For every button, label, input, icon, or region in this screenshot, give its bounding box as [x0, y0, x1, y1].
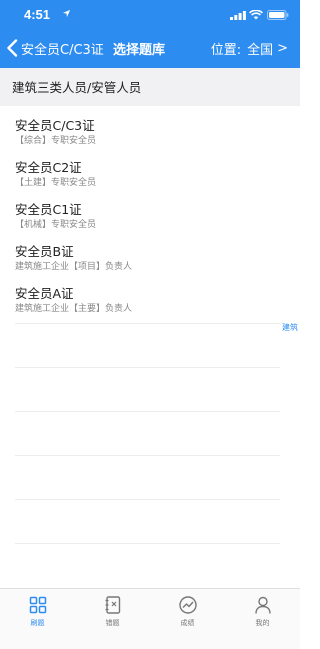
divider — [15, 367, 280, 411]
location-value: 全国 — [247, 43, 274, 58]
person-icon — [254, 596, 271, 614]
item-subtitle: 建筑施工企业【主要】负责人 — [15, 304, 133, 314]
divider — [15, 543, 280, 587]
divider — [15, 499, 280, 543]
page-title: 选择题库 — [113, 43, 166, 58]
location-arrow-icon — [62, 9, 71, 18]
status-bar: 4:51 — [0, 0, 300, 28]
screen: 4:51 安全员C/C3证 选择题库 位置: 全国 > 建筑三类人员/安管人员 … — [0, 0, 300, 649]
location-selector[interactable]: 位置: 全国 > — [211, 39, 288, 58]
tab-label: 我的 — [255, 619, 270, 627]
tab-label: 刷题 — [30, 619, 45, 627]
list-item[interactable]: 安全员C/C3证 【综合】专职安全员 — [0, 106, 300, 148]
category-header: 建筑三类人员/安管人员 — [0, 68, 300, 106]
item-subtitle: 【综合】专职安全员 — [15, 136, 97, 146]
tab-wrong-questions[interactable]: 错题 — [75, 595, 150, 635]
exam-list: 安全员C/C3证 【综合】专职安全员 安全员C2证 【土建】专职安全员 安全员C… — [0, 106, 300, 316]
tab-practice[interactable]: 刷题 — [0, 595, 75, 635]
list-item[interactable]: 安全员B证 建筑施工企业【项目】负责人 — [0, 232, 300, 274]
notebook-icon — [105, 596, 120, 614]
tab-bar: 刷题 错题 成绩 我的 — [0, 588, 300, 649]
category-label: 建筑三类人员/安管人员 — [12, 80, 142, 95]
tab-scores[interactable]: 成绩 — [150, 595, 225, 635]
signal-icon — [230, 11, 246, 20]
item-title: 安全员C1证 — [15, 202, 82, 217]
list-item[interactable]: 安全员C1证 【机械】专职安全员 — [0, 190, 300, 232]
divider — [15, 411, 280, 455]
item-title: 安全员C/C3证 — [15, 118, 95, 133]
item-title: 安全员C2证 — [15, 160, 82, 175]
list-item[interactable]: 安全员A证 建筑施工企业【主要】负责人 — [0, 274, 300, 316]
list-item[interactable]: 安全员C2证 【土建】专职安全员 — [0, 148, 300, 190]
tab-label: 错题 — [105, 619, 120, 627]
side-index-tag[interactable]: 建筑 — [282, 322, 298, 333]
item-subtitle: 【机械】专职安全员 — [15, 220, 97, 230]
chart-icon — [178, 596, 197, 614]
tab-profile[interactable]: 我的 — [225, 595, 300, 635]
item-subtitle: 【土建】专职安全员 — [15, 178, 97, 188]
item-subtitle: 建筑施工企业【项目】负责人 — [15, 262, 133, 272]
battery-icon — [267, 10, 289, 20]
divider — [15, 323, 280, 367]
item-title: 安全员A证 — [15, 286, 74, 301]
tab-label: 成绩 — [180, 619, 195, 627]
back-label: 安全员C/C3证 — [21, 42, 104, 58]
nav-bar: 安全员C/C3证 选择题库 位置: 全国 > — [0, 28, 300, 68]
back-button[interactable]: 安全员C/C3证 — [6, 37, 106, 59]
location-label: 位置: — [210, 43, 242, 58]
status-time: 4:51 — [24, 7, 51, 22]
divider — [15, 455, 280, 499]
grid-icon — [29, 596, 46, 614]
wifi-icon — [249, 10, 263, 20]
chevron-left-icon — [7, 39, 18, 57]
empty-list-area — [15, 323, 280, 587]
item-title: 安全员B证 — [15, 244, 74, 259]
chevron-right-icon: > — [277, 41, 288, 56]
